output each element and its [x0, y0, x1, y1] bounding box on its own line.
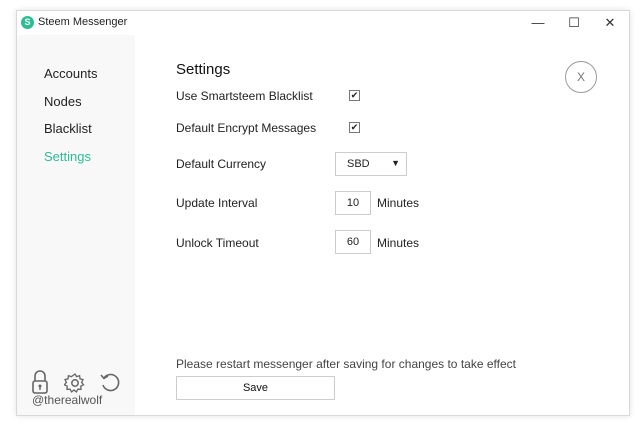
sidebar: Accounts Nodes Blacklist Settings @there…: [17, 35, 135, 415]
username: @therealwolf: [32, 393, 103, 407]
sidebar-item-accounts[interactable]: Accounts: [44, 66, 97, 81]
encrypt-messages-label: Default Encrypt Messages: [176, 121, 317, 135]
sidebar-item-settings[interactable]: Settings: [44, 149, 91, 164]
gear-icon[interactable]: [64, 372, 86, 394]
currency-select-value: SBD: [347, 158, 370, 170]
currency-select[interactable]: SBD ▼: [335, 152, 407, 176]
restart-notice: Please restart messenger after saving fo…: [176, 357, 516, 371]
title-bar: S Steem Messenger — ☐ ✕: [17, 11, 629, 35]
page-title: Settings: [176, 61, 231, 78]
update-interval-label: Update Interval: [176, 196, 258, 210]
refresh-icon[interactable]: [99, 372, 121, 394]
lock-icon[interactable]: [31, 369, 49, 395]
steem-logo-icon: S: [21, 16, 34, 29]
window-close-button[interactable]: ✕: [595, 13, 625, 33]
save-button[interactable]: Save: [176, 376, 335, 400]
encrypt-messages-checkbox[interactable]: ✔: [349, 122, 360, 133]
sidebar-item-blacklist[interactable]: Blacklist: [44, 121, 92, 136]
close-settings-button[interactable]: X: [565, 61, 597, 93]
update-interval-input[interactable]: 10: [335, 191, 371, 215]
window-title: Steem Messenger: [38, 16, 128, 28]
unlock-timeout-input[interactable]: 60: [335, 230, 371, 254]
minimize-button[interactable]: —: [523, 13, 553, 33]
sidebar-actions: [29, 369, 129, 395]
settings-panel: Settings X Use Smartsteem Blacklist ✔ De…: [135, 35, 629, 415]
unlock-timeout-unit: Minutes: [377, 236, 420, 250]
unlock-timeout-label: Unlock Timeout: [176, 236, 259, 250]
default-currency-label: Default Currency: [176, 157, 267, 171]
sidebar-item-nodes[interactable]: Nodes: [44, 94, 82, 109]
update-interval-unit: Minutes: [377, 196, 420, 210]
chevron-down-icon: ▼: [391, 158, 400, 168]
use-blacklist-checkbox[interactable]: ✔: [349, 90, 360, 101]
maximize-button[interactable]: ☐: [559, 13, 589, 33]
use-blacklist-label: Use Smartsteem Blacklist: [176, 89, 313, 103]
app-window: S Steem Messenger — ☐ ✕ Accounts Nodes B…: [16, 10, 630, 416]
